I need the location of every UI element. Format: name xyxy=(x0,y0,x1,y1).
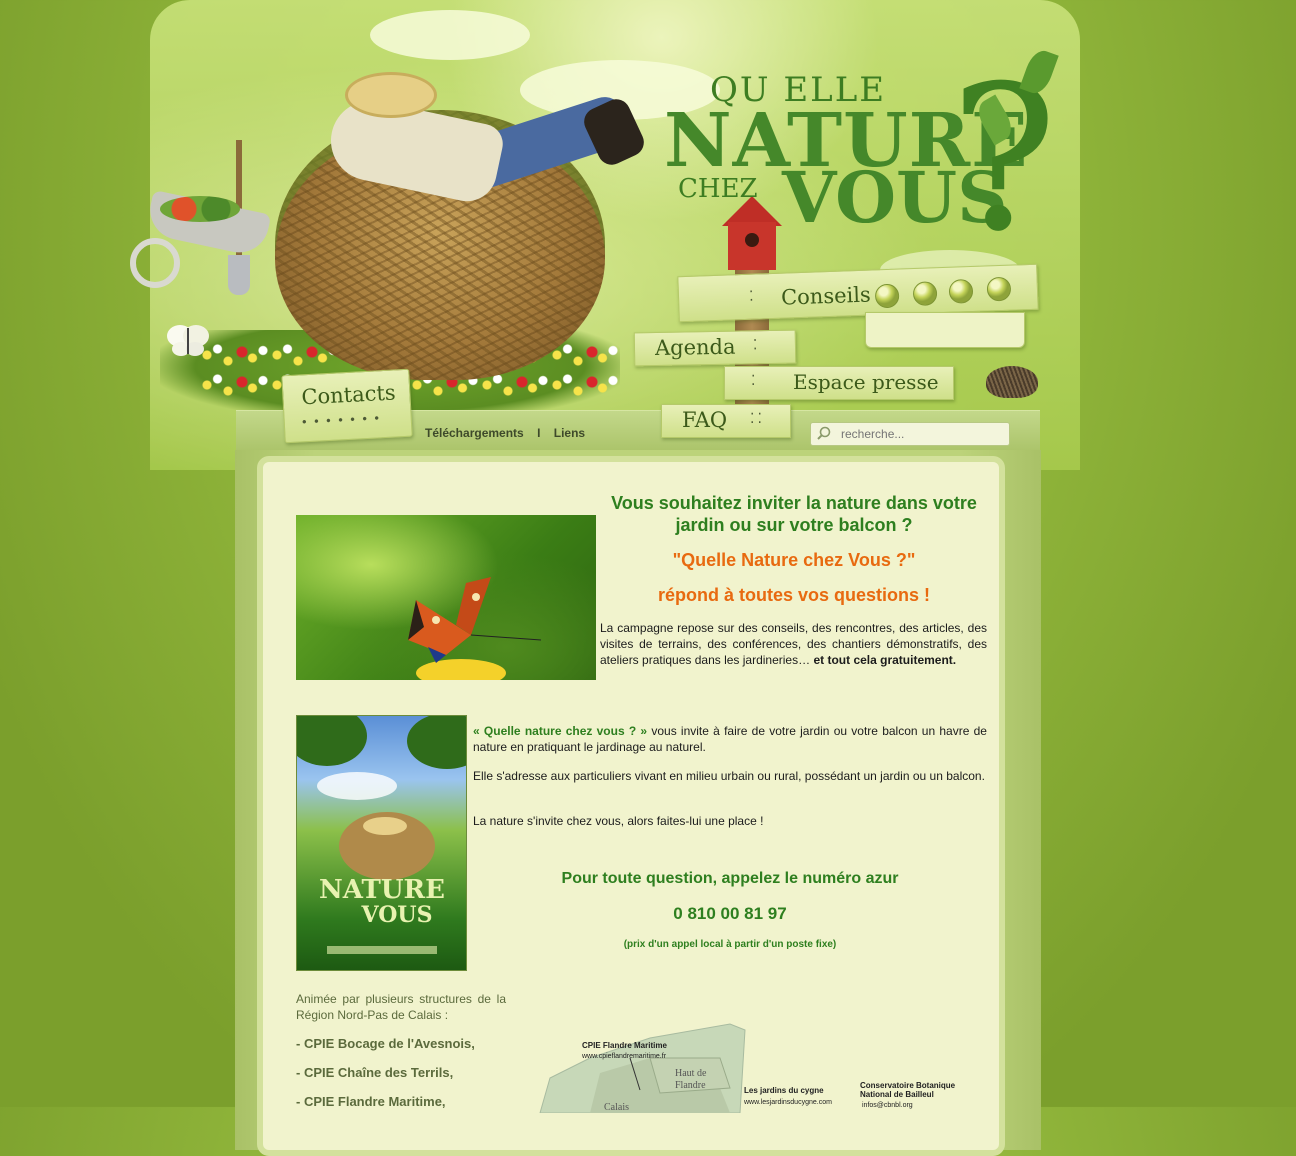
secondary-nav: Téléchargements I Liens xyxy=(425,426,585,440)
search-icon[interactable] xyxy=(817,426,831,440)
knob-icon xyxy=(948,278,974,304)
poster-art: NATURE VOUS xyxy=(297,716,466,954)
svg-text:NATURE: NATURE xyxy=(319,875,445,905)
map-label-conservatoire-1: Conservatoire Botanique xyxy=(860,1081,956,1090)
link-separator: I xyxy=(537,426,541,440)
nav-agenda-label: Agenda xyxy=(654,334,736,361)
dots-decoration: ⁚⁚ xyxy=(750,411,765,427)
knob-icon xyxy=(912,281,938,307)
map-label-calais: Calais xyxy=(604,1102,629,1113)
contact-question: Pour toute question, appelez le numéro a… xyxy=(561,870,899,887)
site-logo[interactable]: QU ELLE NATURE CHEZ VOUS ? xyxy=(650,46,1070,260)
butterfly-photo-subject xyxy=(408,577,542,687)
map-label-jardins-url: www.lesjardinsducygne.com xyxy=(743,1099,832,1106)
phone-number[interactable]: 0 810 00 81 97 xyxy=(470,904,990,924)
nav-conseils-label: Conseils xyxy=(780,282,872,310)
campaign-tagline: répond à toutes vos questions ! xyxy=(657,585,931,605)
intro-paragraph: La campagne repose sur des conseils, des… xyxy=(600,620,987,668)
search-box xyxy=(810,422,1010,446)
campaign-poster-image[interactable]: NATURE VOUS xyxy=(296,715,467,971)
cloud-image xyxy=(370,10,530,60)
intro-paragraph-bold: et tout cela gratuitement. xyxy=(813,653,957,667)
map-label-conservatoire-mail: infos@cbnbl.org xyxy=(862,1102,913,1109)
map-label-jardins: Les jardins du cygne xyxy=(744,1086,824,1095)
nav-espace-presse-label: Espace presse xyxy=(793,370,939,394)
about-paragraph-1: « Quelle nature chez vous ? » vous invit… xyxy=(473,723,987,755)
region-map[interactable]: CPIE Flandre Maritime www.cpieflandremar… xyxy=(530,1018,970,1113)
knob-icon xyxy=(986,276,1012,302)
straw-hat-image xyxy=(345,72,437,118)
wheelbarrow-wheel-image xyxy=(130,238,180,288)
dots-decoration: ⁚ xyxy=(751,373,759,389)
vegetables-image xyxy=(160,196,240,222)
intro-heading: Vous souhaitez inviter la nature dans vo… xyxy=(611,493,977,535)
conseils-dropdown-panel xyxy=(865,312,1025,348)
page: QU ELLE NATURE CHEZ VOUS ? ⁚ Conseils Ag… xyxy=(0,0,1296,1156)
map-label-cpie: CPIE Flandre Maritime xyxy=(582,1041,667,1050)
nav-faq-label: FAQ xyxy=(682,408,728,432)
partners-intro: Animée par plusieurs structures de la Ré… xyxy=(296,992,506,1022)
link-telechargements[interactable]: Téléchargements xyxy=(425,426,524,440)
hedgehog-image xyxy=(986,366,1038,398)
search-input[interactable] xyxy=(841,425,1001,442)
logo-text-chez: CHEZ xyxy=(678,174,758,204)
about-paragraph-2: Elle s'adresse aux particuliers vivant e… xyxy=(473,769,985,783)
about-lead: « Quelle nature chez vous ? » xyxy=(473,724,648,738)
phone-note: (prix d'un appel local à partir d'un pos… xyxy=(623,939,837,950)
nav-contacts[interactable]: Contacts ••••••• xyxy=(281,368,413,444)
nav-agenda[interactable]: Agenda ⁚ xyxy=(633,329,797,367)
partner-item[interactable]: - CPIE Chaîne des Terrils, xyxy=(296,1065,453,1080)
map-label-haut-2: Flandre xyxy=(675,1080,706,1091)
shovel-blade-image xyxy=(228,255,250,295)
map-label-haut-1: Haut de xyxy=(675,1068,707,1079)
dots-decoration: ⁚ xyxy=(748,288,757,305)
map-label-conservatoire-2: National de Bailleul xyxy=(860,1090,934,1099)
dots-decoration: ••••••• xyxy=(300,411,386,430)
nav-faq[interactable]: FAQ ⁚⁚ xyxy=(661,404,791,438)
about-paragraph-3: La nature s'invite chez vous, alors fait… xyxy=(473,814,764,828)
butterfly-photo xyxy=(296,515,596,687)
butterfly-icon xyxy=(167,325,209,356)
map-label-cpie-url: www.cpieflandremaritime.fr xyxy=(581,1053,667,1060)
svg-text:VOUS: VOUS xyxy=(361,902,433,928)
dots-decoration: ⁚ xyxy=(752,337,761,354)
nav-contacts-label: Contacts xyxy=(300,380,397,410)
partner-item[interactable]: - CPIE Bocage de l'Avesnois, xyxy=(296,1036,475,1051)
knob-icon xyxy=(874,283,900,309)
nav-espace-presse[interactable]: ⁚ Espace presse xyxy=(724,366,954,400)
campaign-name: "Quelle Nature chez Vous ?" xyxy=(672,550,916,570)
link-liens[interactable]: Liens xyxy=(554,426,585,440)
